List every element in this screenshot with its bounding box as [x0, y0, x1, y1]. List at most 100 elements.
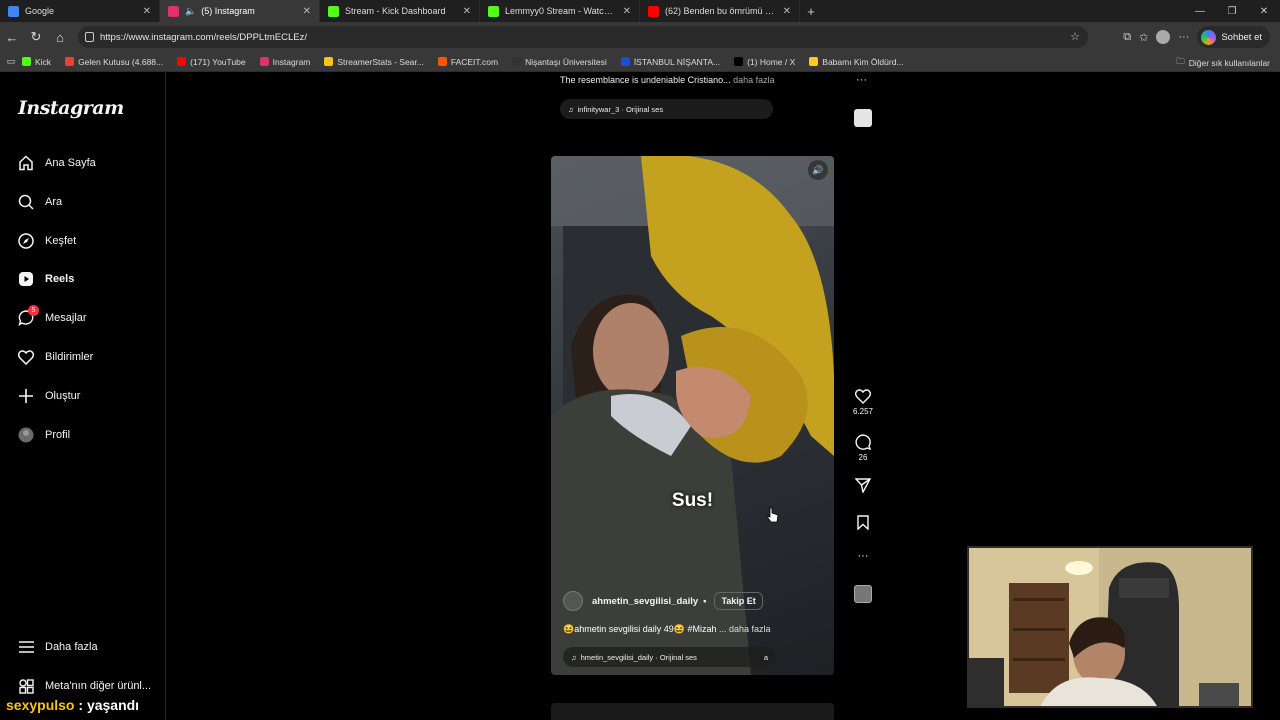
- bookmark-item[interactable]: StreamerStats - Sear...: [324, 57, 424, 67]
- extensions-icon[interactable]: ⧉: [1123, 31, 1131, 44]
- sidebar-toggle-icon[interactable]: ▭: [0, 56, 22, 67]
- bookmark-item[interactable]: Instagram: [259, 57, 310, 67]
- sidebar-item-reels[interactable]: Reels: [18, 269, 74, 289]
- bookmark-item[interactable]: Gelen Kutusu (4.688...: [65, 57, 163, 67]
- favorites-icon[interactable]: ✩: [1139, 31, 1148, 44]
- chat-separator: :: [74, 697, 87, 713]
- browser-tab[interactable]: Lemmyy0 Stream - Watch Live on ✕: [480, 0, 640, 22]
- copilot-button[interactable]: Sohbet et: [1197, 26, 1270, 48]
- sidebar-item-ana-sayfa[interactable]: Ana Sayfa: [18, 153, 96, 173]
- sidebar-item-label: Mesajlar: [45, 312, 87, 324]
- close-tab-icon[interactable]: ✕: [623, 6, 631, 17]
- plus-icon: [18, 388, 34, 404]
- sidebar-item-oluştur[interactable]: Oluştur: [18, 386, 80, 406]
- sidebar-item-bildirimler[interactable]: Bildirimler: [18, 347, 93, 367]
- close-tab-icon[interactable]: ✕: [143, 6, 151, 17]
- sidebar-item-label: Meta'nın diğer ürünl...: [45, 680, 152, 692]
- prev-reel-caption: The resemblance is undeniable Cristiano.…: [560, 75, 775, 85]
- reel-video[interactable]: 🔊 Sus! ahmetin_sevgilisi_daily • Takip E…: [551, 156, 834, 675]
- speaker-icon[interactable]: 🔈: [185, 6, 196, 17]
- messenger-icon: 5: [18, 305, 39, 326]
- separator-dot: •: [703, 595, 707, 607]
- home-icon[interactable]: ⌂: [48, 30, 72, 45]
- new-tab-button[interactable]: +: [800, 4, 822, 19]
- next-reel-peek[interactable]: [551, 703, 834, 720]
- sidebar-item-more[interactable]: Daha fazla: [18, 637, 98, 657]
- browser-tab[interactable]: Stream - Kick Dashboard ✕: [320, 0, 480, 22]
- search-icon: [18, 194, 34, 210]
- audio-thumbnail[interactable]: [850, 585, 876, 603]
- bookmark-item[interactable]: Nişantaşı Üniversitesi: [512, 57, 607, 67]
- browser-tab[interactable]: Google ✕: [0, 0, 160, 22]
- kick-icon: [488, 5, 499, 17]
- video-subtitle: Sus!: [671, 490, 714, 511]
- google-icon: [8, 5, 19, 17]
- browser-tab[interactable]: 🔈 (5) Instagram ✕: [160, 0, 320, 22]
- sidebar-item-label: Keşfet: [45, 235, 77, 247]
- close-window-icon[interactable]: ✕: [1248, 6, 1280, 17]
- url-text: https://www.instagram.com/reels/DPPLtmEC…: [100, 31, 307, 43]
- sidebar-item-meta[interactable]: Meta'nın diğer ürünl...: [18, 676, 151, 696]
- prev-reel-audio[interactable]: ♫ infinitywar_3 · Orijinal ses: [560, 99, 773, 119]
- sidebar-item-mesajlar[interactable]: 5 Mesajlar: [18, 305, 87, 328]
- sidebar-item-keşfet[interactable]: Keşfet: [18, 231, 76, 251]
- star-icon[interactable]: ☆: [1070, 30, 1080, 43]
- home-icon: [18, 155, 34, 171]
- close-tab-icon[interactable]: ✕: [783, 6, 791, 17]
- chat-username: sexypulso: [6, 697, 75, 713]
- heart-icon: [18, 349, 34, 365]
- sidebar-item-ara[interactable]: Ara: [18, 192, 62, 212]
- instagram-icon: [168, 5, 179, 17]
- bookmark-label: Kick: [35, 56, 52, 67]
- url-input[interactable]: https://www.instagram.com/reels/DPPLtmEC…: [78, 26, 1088, 48]
- instagram-sidebar: Instagram Ana Sayfa Ara Keşfet Reels 5 Mesajl…: [0, 72, 166, 720]
- comment-count: 26: [858, 453, 868, 462]
- bookmark-label: (171) YouTube: [190, 56, 246, 67]
- reels-icon: [18, 271, 34, 287]
- reload-icon[interactable]: ↻: [24, 29, 48, 45]
- stats-icon: [324, 57, 334, 66]
- sidebar-item-label: Ana Sayfa: [45, 157, 96, 169]
- author-avatar[interactable]: [563, 591, 583, 611]
- bookmark-item[interactable]: FACEIT.com: [437, 56, 499, 67]
- browser-tab[interactable]: (62) Benden bu ömrümü çalanı gö ✕: [640, 0, 800, 22]
- address-bar-row: ← ↻ ⌂ https://www.instagram.com/reels/DP…: [0, 22, 1280, 52]
- reel-author: ahmetin_sevgilisi_daily • Takip Et: [563, 591, 763, 611]
- meta-apps-icon: [18, 678, 34, 694]
- bookmark-item[interactable]: (171) YouTube: [177, 56, 246, 67]
- like-count: 6.257: [852, 407, 874, 416]
- like-button[interactable]: 6.257: [850, 389, 876, 416]
- profile-avatar[interactable]: [1156, 30, 1171, 44]
- comment-button[interactable]: 26: [850, 434, 876, 462]
- bookmark-item[interactable]: İSTANBUL NİŞANTA...: [620, 57, 720, 67]
- close-tab-icon[interactable]: ✕: [463, 6, 471, 17]
- sidebar-item-profil[interactable]: Profil: [18, 425, 70, 445]
- comment-icon: [855, 434, 871, 450]
- back-icon[interactable]: ←: [0, 30, 24, 45]
- music-note-icon: ♫: [568, 104, 574, 114]
- reel-audio-trail: a: [763, 652, 768, 662]
- bookmark-label: FACEIT.com: [450, 56, 499, 67]
- other-bookmarks[interactable]: 🗀 Diğer sık kullanılanlar: [1176, 56, 1270, 70]
- send-icon: [855, 478, 871, 493]
- reel-audio[interactable]: ♫ hmetin_sevgilisi_daily · Orijinal ses …: [563, 647, 776, 667]
- bookmark-item[interactable]: (1) Home / X: [734, 57, 795, 67]
- caption-more[interactable]: ... daha fazla: [719, 624, 771, 634]
- share-button[interactable]: [850, 478, 876, 493]
- more-options-icon[interactable]: ···: [850, 550, 876, 562]
- youtube-icon: [177, 57, 187, 66]
- menu-dots-icon[interactable]: ···: [1178, 31, 1189, 43]
- close-tab-icon[interactable]: ✕: [303, 6, 311, 17]
- minimize-icon[interactable]: —: [1184, 6, 1216, 17]
- youtube-icon: [648, 5, 659, 17]
- author-username[interactable]: ahmetin_sevgilisi_daily: [592, 596, 698, 607]
- save-button[interactable]: [850, 515, 876, 530]
- instagram-logo[interactable]: Instagram: [18, 97, 124, 119]
- restore-icon[interactable]: ❐: [1216, 6, 1248, 17]
- volume-icon[interactable]: 🔊: [808, 160, 828, 180]
- hamburger-icon: [18, 639, 34, 655]
- bookmark-item[interactable]: Kick: [22, 57, 51, 67]
- prev-caption-more[interactable]: daha fazla: [733, 75, 775, 85]
- follow-button[interactable]: Takip Et: [714, 592, 763, 610]
- university-icon: [620, 57, 630, 66]
